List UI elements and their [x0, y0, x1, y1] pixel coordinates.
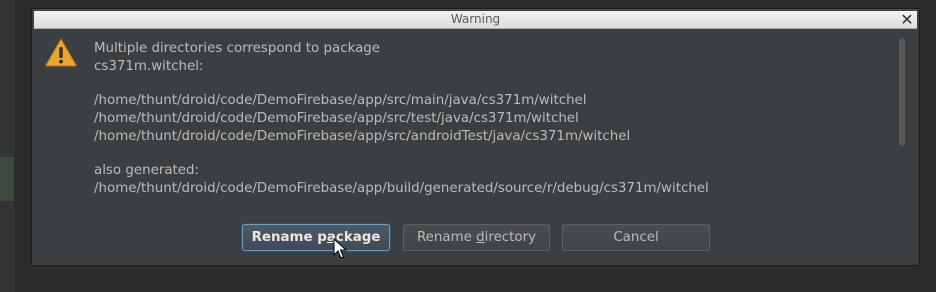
directory-path: /home/thunt/droid/code/DemoFirebase/app/…	[94, 129, 631, 144]
rename-directory-button[interactable]: Rename directory	[403, 224, 550, 251]
button-label: Rename p	[251, 230, 327, 245]
background-editor-gutter	[0, 0, 14, 292]
generated-path: /home/thunt/droid/code/DemoFirebase/app/…	[94, 181, 709, 196]
background-highlight-bar	[0, 157, 14, 201]
package-name: cs371m.witchel:	[94, 59, 204, 74]
cancel-button[interactable]: Cancel	[562, 224, 710, 251]
mouse-pointer-icon	[333, 238, 347, 259]
button-label: irectory	[484, 230, 537, 245]
warning-icon	[45, 38, 77, 67]
dialog-message: Multiple directories correspond to packa…	[94, 40, 894, 198]
directory-path: /home/thunt/droid/code/DemoFirebase/app/…	[94, 93, 587, 108]
scrollbar-thumb[interactable]	[899, 38, 905, 146]
message-scrollbar[interactable]	[897, 38, 907, 148]
button-label: Rename	[416, 230, 477, 245]
also-generated-label: also generated:	[94, 163, 200, 178]
close-icon[interactable]: ✕	[899, 11, 915, 28]
mnemonic-letter: d	[476, 230, 485, 245]
dialog-title: Warning	[450, 12, 501, 26]
warning-dialog: Warning ✕ Multiple directories correspon…	[31, 8, 920, 266]
rename-package-button[interactable]: Rename package	[242, 224, 390, 251]
message-line: Multiple directories correspond to packa…	[94, 41, 381, 56]
dialog-titlebar[interactable]: Warning ✕	[34, 11, 917, 29]
directory-path: /home/thunt/droid/code/DemoFirebase/app/…	[94, 111, 579, 126]
